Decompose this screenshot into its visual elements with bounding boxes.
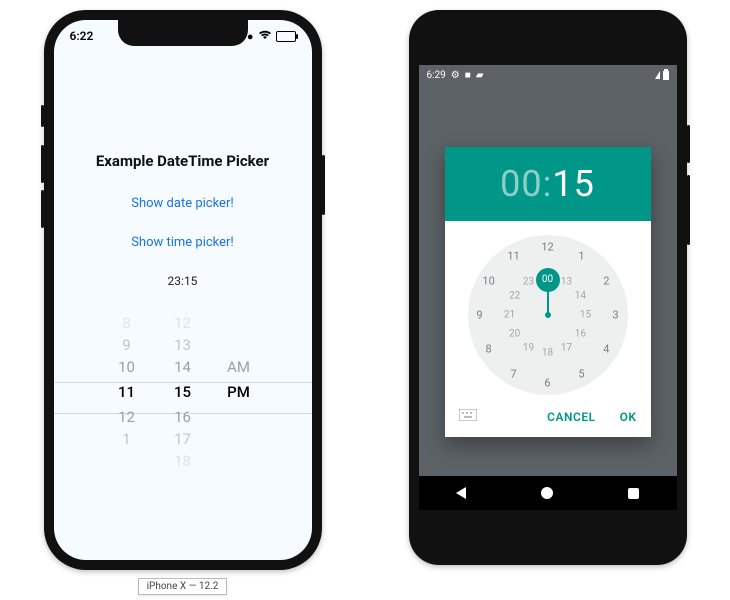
clock-center-dot bbox=[545, 312, 551, 318]
battery-icon bbox=[663, 71, 669, 80]
clock-outer-hour[interactable]: 2 bbox=[596, 275, 616, 288]
ios-time-picker-wheel[interactable]: 8 9 10 11 12 1 12 13 14 15 16 bbox=[54, 312, 312, 482]
show-date-picker-link[interactable]: Show date picker! bbox=[54, 196, 312, 211]
ios-status-time: 6:22 bbox=[70, 29, 94, 43]
clock-inner-hour[interactable]: 19 bbox=[519, 342, 539, 353]
clock-outer-hour[interactable]: 3 bbox=[606, 309, 626, 322]
header-hour[interactable]: 00 bbox=[500, 163, 542, 205]
clock-inner-hour[interactable]: 18 bbox=[538, 348, 558, 359]
clock-face[interactable]: 00 1212345678910111314151617181920212223 bbox=[468, 235, 628, 395]
battery-icon bbox=[276, 31, 296, 42]
clock-inner-hour[interactable]: 22 bbox=[505, 291, 525, 302]
clock-inner-hour[interactable]: 21 bbox=[500, 310, 520, 321]
show-time-picker-link[interactable]: Show time picker! bbox=[54, 235, 312, 250]
keyboard-icon[interactable] bbox=[459, 409, 477, 425]
time-picker-header: 00:15 bbox=[445, 147, 651, 221]
clock-outer-hour[interactable]: 1 bbox=[572, 250, 592, 263]
clock-outer-hour[interactable]: 4 bbox=[596, 343, 616, 356]
android-status-time: 6:29 bbox=[427, 70, 446, 81]
clock-outer-hour[interactable]: 8 bbox=[479, 343, 499, 356]
clock-inner-hour[interactable]: 14 bbox=[570, 291, 590, 302]
shield-icon: ▰ bbox=[476, 70, 484, 81]
clock-outer-hour[interactable]: 9 bbox=[470, 309, 490, 322]
header-minute[interactable]: 15 bbox=[552, 163, 594, 205]
home-icon[interactable] bbox=[541, 487, 553, 499]
ampm-wheel[interactable]: AM PM bbox=[211, 312, 267, 482]
pixel-device-frame: 6:29 ⚙ ■ ▰ 00:15 00 12123456789101113141… bbox=[409, 10, 687, 565]
gear-icon: ⚙ bbox=[451, 70, 460, 81]
hour-wheel[interactable]: 8 9 10 11 12 1 bbox=[99, 312, 155, 482]
back-icon[interactable] bbox=[456, 487, 466, 499]
clock-inner-hour[interactable]: 20 bbox=[505, 329, 525, 340]
iphone-screen: 6:22 ●●● Example DateTime Picker Show da… bbox=[54, 20, 312, 560]
clock-inner-hour[interactable]: 17 bbox=[557, 342, 577, 353]
minute-wheel[interactable]: 12 13 14 15 16 17 18 bbox=[155, 312, 211, 482]
clock-outer-hour[interactable]: 12 bbox=[538, 241, 558, 254]
android-status-bar: 6:29 ⚙ ■ ▰ bbox=[419, 65, 677, 85]
clock-outer-hour[interactable]: 5 bbox=[572, 367, 592, 380]
clock-inner-hour[interactable]: 13 bbox=[557, 277, 577, 288]
clock-inner-hour[interactable]: 16 bbox=[570, 329, 590, 340]
selected-time-label: 23:15 bbox=[54, 274, 312, 288]
clock-inner-hour[interactable]: 23 bbox=[519, 277, 539, 288]
iphone-notch bbox=[118, 20, 248, 46]
android-nav-bar bbox=[419, 476, 677, 510]
clock-outer-hour[interactable]: 7 bbox=[504, 367, 524, 380]
wifi-icon bbox=[258, 29, 272, 43]
pixel-screen: 6:29 ⚙ ■ ▰ 00:15 00 12123456789101113141… bbox=[419, 65, 677, 510]
cancel-button[interactable]: CANCEL bbox=[547, 410, 595, 424]
recent-icon[interactable] bbox=[628, 488, 639, 499]
page-title: Example DateTime Picker bbox=[54, 152, 312, 170]
clock-outer-hour[interactable]: 11 bbox=[504, 250, 524, 263]
device-caption: iPhone X — 12.2 bbox=[138, 578, 228, 595]
clock-outer-hour[interactable]: 10 bbox=[479, 275, 499, 288]
iphone-device-frame: 6:22 ●●● Example DateTime Picker Show da… bbox=[44, 10, 322, 570]
clock-inner-hour[interactable]: 15 bbox=[576, 310, 596, 321]
ok-button[interactable]: OK bbox=[620, 410, 637, 424]
clock-outer-hour[interactable]: 6 bbox=[538, 377, 558, 390]
time-picker-dialog: 00:15 00 1212345678910111314151617181920… bbox=[445, 147, 651, 437]
bookmark-icon: ■ bbox=[465, 70, 471, 81]
signal-icon bbox=[655, 71, 660, 79]
